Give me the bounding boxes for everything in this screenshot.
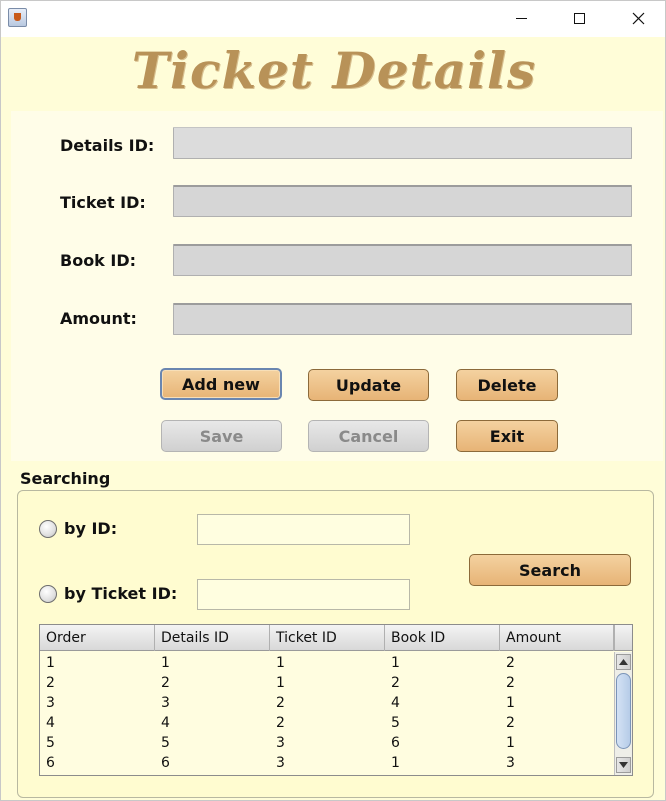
maximize-button[interactable] bbox=[550, 1, 608, 35]
arrow-up-icon bbox=[619, 659, 628, 665]
table-cell: 3 bbox=[276, 755, 285, 771]
table-cell: 5 bbox=[161, 735, 170, 751]
table-body: 1 1 1 1 2 2 2 1 2 2 3 3 2 4 1 4 4 2 5 2 … bbox=[40, 652, 614, 775]
title-bar bbox=[1, 1, 665, 37]
ticket-id-field[interactable] bbox=[173, 185, 632, 217]
table-cell: 2 bbox=[391, 675, 400, 691]
table-cell: 1 bbox=[276, 655, 285, 671]
scroll-up-button[interactable] bbox=[616, 654, 631, 670]
table-cell: 3 bbox=[161, 695, 170, 711]
searching-section-title: Searching bbox=[20, 469, 111, 488]
by-ticket-id-radio[interactable] bbox=[39, 585, 57, 603]
delete-button[interactable]: Delete bbox=[456, 369, 558, 401]
book-id-label: Book ID: bbox=[60, 251, 137, 270]
table-cell: 1 bbox=[391, 655, 400, 671]
table-cell: 1 bbox=[506, 695, 515, 711]
table-cell: 2 bbox=[506, 675, 515, 691]
close-icon bbox=[632, 12, 644, 24]
table-cell: 3 bbox=[506, 755, 515, 771]
ticket-form-panel: Details ID: Ticket ID: Book ID: Amount: … bbox=[11, 111, 663, 461]
close-button[interactable] bbox=[609, 1, 665, 35]
ticket-details-table: Order Details ID Ticket ID Book ID Amoun… bbox=[39, 624, 633, 776]
table-cell: 5 bbox=[46, 735, 55, 751]
cancel-button[interactable]: Cancel bbox=[308, 420, 429, 452]
search-by-id-input[interactable] bbox=[197, 514, 410, 545]
column-header-order[interactable]: Order bbox=[40, 625, 155, 651]
column-header-amount[interactable]: Amount bbox=[500, 625, 614, 651]
table-vertical-scrollbar[interactable] bbox=[614, 652, 632, 775]
java-app-icon bbox=[8, 8, 27, 27]
add-new-button[interactable]: Add new bbox=[160, 368, 282, 400]
by-id-label: by ID: bbox=[64, 519, 118, 538]
page-title: Ticket Details bbox=[131, 41, 537, 100]
table-row[interactable]: 6 6 3 1 3 bbox=[40, 753, 614, 773]
column-header-details-id[interactable]: Details ID bbox=[155, 625, 270, 651]
table-cell: 6 bbox=[161, 755, 170, 771]
minimize-icon bbox=[515, 17, 527, 19]
table-header-corner bbox=[614, 625, 632, 651]
column-header-book-id[interactable]: Book ID bbox=[385, 625, 500, 651]
table-cell: 2 bbox=[276, 715, 285, 731]
exit-button[interactable]: Exit bbox=[456, 420, 558, 452]
table-header: Order Details ID Ticket ID Book ID Amoun… bbox=[40, 625, 614, 651]
table-row[interactable]: 2 2 1 2 2 bbox=[40, 673, 614, 693]
table-cell: 1 bbox=[391, 755, 400, 771]
by-ticket-id-label: by Ticket ID: bbox=[64, 584, 178, 603]
ticket-details-window: Ticket Details Details ID: Ticket ID: Bo… bbox=[0, 0, 666, 801]
table-cell: 4 bbox=[391, 695, 400, 711]
details-id-label: Details ID: bbox=[60, 136, 155, 155]
table-cell: 6 bbox=[46, 755, 55, 771]
table-cell: 4 bbox=[161, 715, 170, 731]
table-cell: 3 bbox=[46, 695, 55, 711]
minimize-button[interactable] bbox=[492, 1, 550, 35]
table-cell: 4 bbox=[46, 715, 55, 731]
table-cell: 2 bbox=[506, 655, 515, 671]
table-cell: 1 bbox=[46, 655, 55, 671]
table-cell: 1 bbox=[276, 675, 285, 691]
table-row[interactable]: 4 4 2 5 2 bbox=[40, 713, 614, 733]
by-id-radio[interactable] bbox=[39, 520, 57, 538]
search-by-ticket-id-input[interactable] bbox=[197, 579, 410, 610]
amount-field[interactable] bbox=[173, 303, 632, 335]
scroll-down-button[interactable] bbox=[616, 757, 631, 773]
table-row[interactable]: 5 5 3 6 1 bbox=[40, 733, 614, 753]
table-cell: 2 bbox=[46, 675, 55, 691]
table-row[interactable]: 1 1 1 1 2 bbox=[40, 653, 614, 673]
save-button[interactable]: Save bbox=[161, 420, 282, 452]
book-id-field[interactable] bbox=[173, 244, 632, 276]
table-cell: 2 bbox=[506, 715, 515, 731]
amount-label: Amount: bbox=[60, 309, 137, 328]
table-cell: 6 bbox=[391, 735, 400, 751]
table-cell: 2 bbox=[276, 695, 285, 711]
maximize-icon bbox=[573, 12, 585, 24]
table-cell: 5 bbox=[391, 715, 400, 731]
details-id-field[interactable] bbox=[173, 127, 632, 159]
table-cell: 1 bbox=[506, 735, 515, 751]
arrow-down-icon bbox=[619, 762, 628, 768]
ticket-id-label: Ticket ID: bbox=[60, 193, 146, 212]
scrollbar-thumb[interactable] bbox=[616, 673, 631, 749]
table-cell: 3 bbox=[276, 735, 285, 751]
table-row[interactable]: 3 3 2 4 1 bbox=[40, 693, 614, 713]
update-button[interactable]: Update bbox=[308, 369, 429, 401]
table-cell: 1 bbox=[161, 655, 170, 671]
column-header-ticket-id[interactable]: Ticket ID bbox=[270, 625, 385, 651]
search-button[interactable]: Search bbox=[469, 554, 631, 586]
table-cell: 2 bbox=[161, 675, 170, 691]
